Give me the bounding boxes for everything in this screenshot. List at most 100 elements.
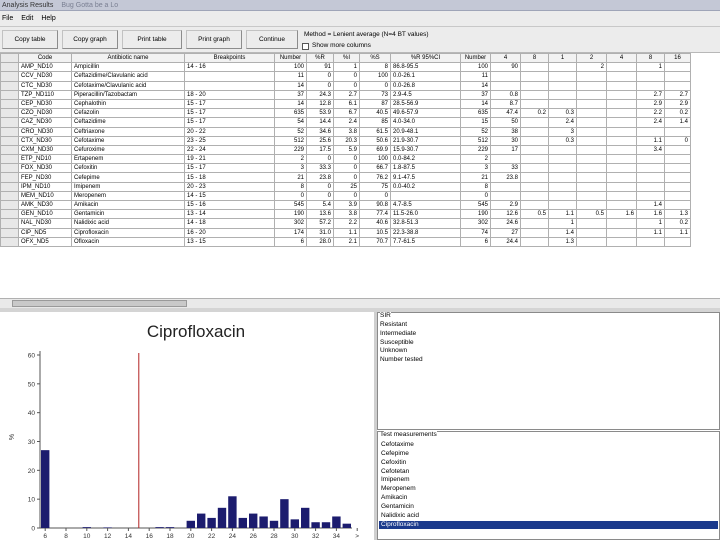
table-row[interactable]: CCV_ND30 Ceftazidime/Clavulanic acid 11 0 0 1… xyxy=(0,71,691,82)
test-measurement-item[interactable]: Cefotetan xyxy=(379,468,718,477)
row-indicator[interactable] xyxy=(0,227,19,238)
table-row[interactable]: ETP_ND10 Ertapenem 19 - 21 2 0 0 100 0.0-84.2 2 xyxy=(0,154,691,165)
test-measurement-item[interactable]: Cefoxitin xyxy=(379,459,718,468)
table-row[interactable]: AMP_ND10 Ampicillin 14 - 16 100 91 1 8 86.8-95.… xyxy=(0,62,691,73)
row-indicator[interactable] xyxy=(0,163,19,174)
table-row[interactable]: CTX_ND30 Cefotaxime 23 - 25 512 25.6 20.3 50.6… xyxy=(0,135,691,146)
column-header[interactable]: Number xyxy=(460,53,491,64)
menu-help[interactable]: Help xyxy=(41,15,55,22)
menu-file[interactable]: File xyxy=(2,15,13,22)
table-row[interactable]: FOX_ND30 Cefoxitin 15 - 17 3 33.3 0 66.7 1.8-87… xyxy=(0,163,691,174)
table-row[interactable]: CZO_ND30 Cefazolin 15 - 17 635 53.9 6.7 40.5 49… xyxy=(0,108,691,119)
sir-item[interactable]: Susceptible xyxy=(380,339,423,348)
column-header[interactable]: %I xyxy=(333,53,360,64)
table-row[interactable]: OFX_ND5 Ofloxacin 13 - 15 6 28.0 2.1 70.7 7.7-6… xyxy=(0,236,691,247)
row-indicator[interactable] xyxy=(0,62,19,73)
table-row[interactable]: AMK_ND30 Amikacin 15 - 16 545 5.4 3.9 90.8 4.7-… xyxy=(0,199,691,211)
table-cell xyxy=(576,199,607,211)
sir-item[interactable]: Number tested xyxy=(380,356,423,365)
table-row[interactable]: CEP_ND30 Cephalothin 15 - 17 14 12.8 6.1 87 28.… xyxy=(0,98,691,110)
table-row[interactable]: CIP_ND5 Ciprofloxacin 16 - 20 174 31.0 1.1 10.… xyxy=(0,227,691,238)
table-row[interactable]: GEN_ND10 Gentamicin 13 - 14 190 13.6 3.8 77.4 1… xyxy=(0,209,691,220)
table-row[interactable]: CAZ_ND30 Ceftazidime 15 - 17 54 14.4 2.4 85 4.0… xyxy=(0,117,691,128)
table-row[interactable]: IPM_ND10 Imipenem 20 - 23 8 0 25 75 0.0-40.2 8 xyxy=(0,181,691,192)
results-grid: Code Antibiotic name Breakpoints Number %R %I… xyxy=(0,53,691,247)
row-indicator[interactable] xyxy=(0,209,19,220)
table-row[interactable]: TZP_ND110 Piperacillin/Tazobactam 18 - 20 3… xyxy=(0,89,691,100)
table-cell: 8 xyxy=(359,62,391,73)
table-cell: 14.4 xyxy=(306,117,334,128)
test-measurement-item[interactable]: Gentamicin xyxy=(379,503,718,512)
row-indicator[interactable] xyxy=(0,199,19,211)
menu-edit[interactable]: Edit xyxy=(21,15,33,22)
column-header[interactable]: 4 xyxy=(606,53,637,64)
column-header[interactable]: Number xyxy=(274,53,307,64)
test-measurement-item[interactable]: Nalidixic acid xyxy=(379,512,718,521)
test-measurement-item[interactable]: Cefotaxime xyxy=(379,441,718,450)
test-measurement-item[interactable]: Imipenem xyxy=(379,476,718,485)
table-cell: 3.8 xyxy=(333,126,360,137)
row-indicator[interactable] xyxy=(0,154,19,165)
column-header[interactable]: %R 95%CI xyxy=(390,53,461,64)
table-cell: 100 xyxy=(359,154,391,165)
column-header[interactable]: Code xyxy=(18,53,72,64)
horizontal-scrollbar[interactable] xyxy=(0,298,720,308)
table-cell xyxy=(490,154,521,165)
row-indicator[interactable] xyxy=(0,126,19,137)
row-indicator[interactable] xyxy=(0,89,19,100)
table-cell: MEM_ND10 xyxy=(18,190,72,202)
row-indicator[interactable] xyxy=(0,98,19,110)
table-row[interactable]: CTC_ND30 Cefotaxime/Clavulanic acid 14 0 0 0 0… xyxy=(0,80,691,91)
table-cell: 20.9-48.1 xyxy=(390,126,461,137)
table-row[interactable]: CXM_ND30 Cefuroxime 22 - 24 229 17.5 5.9 69.9 1… xyxy=(0,144,691,156)
column-header[interactable]: 1 xyxy=(548,53,577,64)
column-header[interactable]: Breakpoints xyxy=(184,53,275,64)
column-header[interactable]: 2 xyxy=(576,53,607,64)
test-measurements-list[interactable]: Cefotaxime Cefepime Cefoxitin Cefotetan Imip… xyxy=(379,441,718,530)
histogram-bar xyxy=(342,523,351,528)
test-measurement-item[interactable]: Ciprofloxacin xyxy=(379,520,718,530)
table-cell xyxy=(520,199,549,211)
column-header[interactable]: %R xyxy=(306,53,334,64)
show-more-checkbox[interactable] xyxy=(302,43,309,50)
table-cell: IPM_ND10 xyxy=(18,181,72,192)
row-indicator[interactable] xyxy=(0,236,19,247)
y-axis-label: % xyxy=(9,434,16,440)
column-header[interactable]: Antibiotic name xyxy=(71,53,185,64)
column-header[interactable]: 8 xyxy=(636,53,665,64)
row-indicator[interactable] xyxy=(0,71,19,82)
row-indicator[interactable] xyxy=(0,108,19,119)
scrollbar-thumb[interactable] xyxy=(12,300,187,307)
table-cell: 61.5 xyxy=(359,126,391,137)
row-indicator[interactable] xyxy=(0,117,19,128)
row-indicator[interactable] xyxy=(0,218,19,229)
x-tick-label: 10 xyxy=(83,533,91,540)
row-indicator[interactable] xyxy=(0,190,19,202)
table-row[interactable]: CRO_ND30 Ceftriaxone 20 - 22 52 34.6 3.8 61.5 2… xyxy=(0,126,691,137)
table-cell: 0.2 xyxy=(664,218,691,229)
column-header[interactable]: 8 xyxy=(520,53,549,64)
row-indicator[interactable] xyxy=(0,80,19,91)
table-row[interactable]: NAL_ND30 Nalidixic acid 14 - 18 302 57.2 2.2 4… xyxy=(0,218,691,229)
row-indicator[interactable] xyxy=(0,135,19,146)
copy-graph-button[interactable]: Copy graph xyxy=(62,30,118,49)
sir-item[interactable]: Intermediate xyxy=(380,330,423,339)
test-measurement-item[interactable]: Amikacin xyxy=(379,494,718,503)
column-header[interactable]: %S xyxy=(359,53,391,64)
continue-button[interactable]: Continue xyxy=(246,30,298,49)
print-table-button[interactable]: Print table xyxy=(122,30,182,49)
table-row[interactable]: FEP_ND30 Cefepime 15 - 18 21 23.8 0 76.2 9.1-47… xyxy=(0,172,691,183)
row-indicator[interactable] xyxy=(0,172,19,183)
test-measurement-item[interactable]: Cefepime xyxy=(379,450,718,459)
row-indicator[interactable] xyxy=(0,144,19,156)
show-more-label: Show more columns xyxy=(312,42,371,49)
sir-item[interactable]: Resistant xyxy=(380,321,423,330)
sir-item[interactable]: Unknown xyxy=(380,347,423,356)
copy-table-button[interactable]: Copy table xyxy=(2,30,58,49)
column-header[interactable]: 16 xyxy=(664,53,691,64)
column-header[interactable]: 4 xyxy=(490,53,521,64)
test-measurement-item[interactable]: Meropenem xyxy=(379,485,718,494)
table-row[interactable]: MEM_ND10 Meropenem 14 - 15 0 0 0 0 0 xyxy=(0,190,691,202)
print-graph-button[interactable]: Print graph xyxy=(186,30,242,49)
row-indicator[interactable] xyxy=(0,181,19,192)
